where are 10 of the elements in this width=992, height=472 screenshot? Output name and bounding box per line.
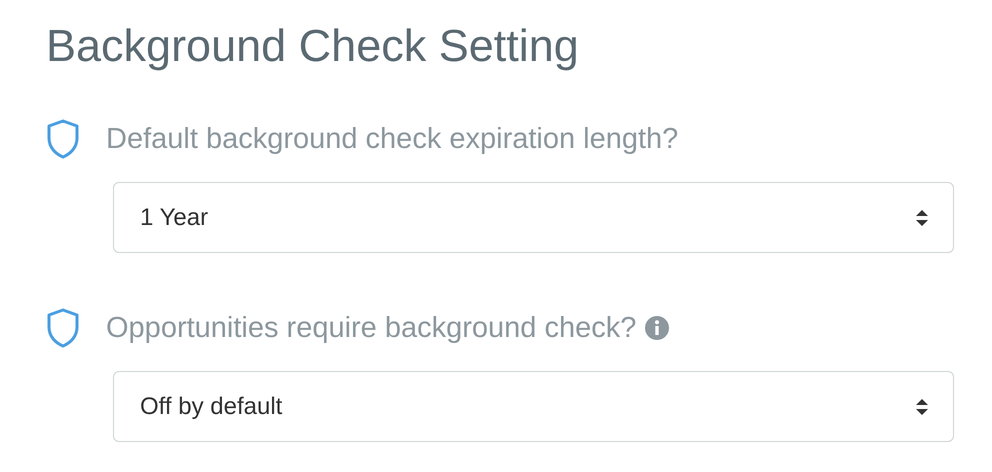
shield-icon	[46, 307, 80, 349]
setting-question: Opportunities require background check?	[106, 311, 636, 346]
info-icon[interactable]	[644, 315, 670, 341]
sort-caret-icon	[915, 396, 929, 416]
select-field[interactable]: 1 Year	[113, 182, 954, 253]
setting-question: Default background check expiration length?	[106, 122, 678, 157]
sort-caret-icon	[915, 208, 929, 228]
section-title: Background Check Setting	[46, 19, 580, 73]
shield-icon	[46, 118, 80, 160]
select-field[interactable]: Off by default	[113, 371, 954, 442]
